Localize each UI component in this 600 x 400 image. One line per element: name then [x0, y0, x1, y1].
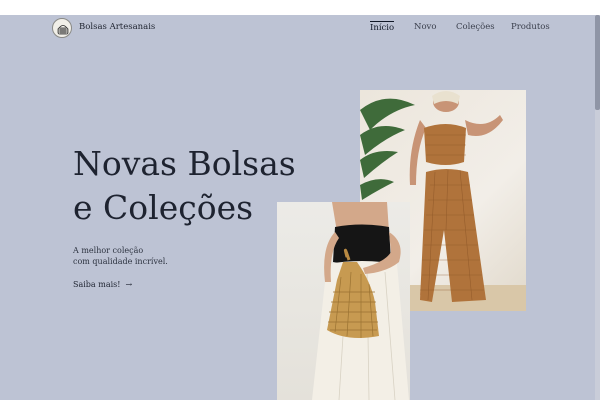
scrollbar-thumb[interactable]	[595, 15, 600, 110]
hero-title-line-2: e Coleções	[73, 188, 254, 227]
hero-subtitle-line-1: A melhor coleção	[73, 246, 144, 255]
hero-subtitle: A melhor coleção com qualidade incrível.	[73, 245, 233, 267]
nav-item-inicio[interactable]: Início	[370, 21, 395, 33]
brand-logo-icon[interactable]	[52, 18, 72, 38]
hero-subtitle-line-2: com qualidade incrível.	[73, 257, 168, 266]
nav-item-novo[interactable]: Novo	[414, 22, 436, 32]
hero-title-line-1: Novas Bolsas	[73, 144, 296, 183]
brand-name[interactable]: Bolsas Artesanais	[79, 22, 155, 32]
saiba-mais-link[interactable]: Saiba mais! →	[73, 280, 132, 289]
nav-item-produtos[interactable]: Produtos	[511, 22, 550, 32]
cta-label: Saiba mais!	[73, 280, 121, 289]
photo-woven-bag	[277, 202, 410, 400]
nav-item-colecoes[interactable]: Coleções	[456, 22, 495, 32]
top-strip	[0, 0, 600, 15]
arrow-right-icon: →	[125, 280, 133, 289]
landing-page: Bolsas Artesanais Início Novo Coleções P…	[0, 15, 600, 400]
